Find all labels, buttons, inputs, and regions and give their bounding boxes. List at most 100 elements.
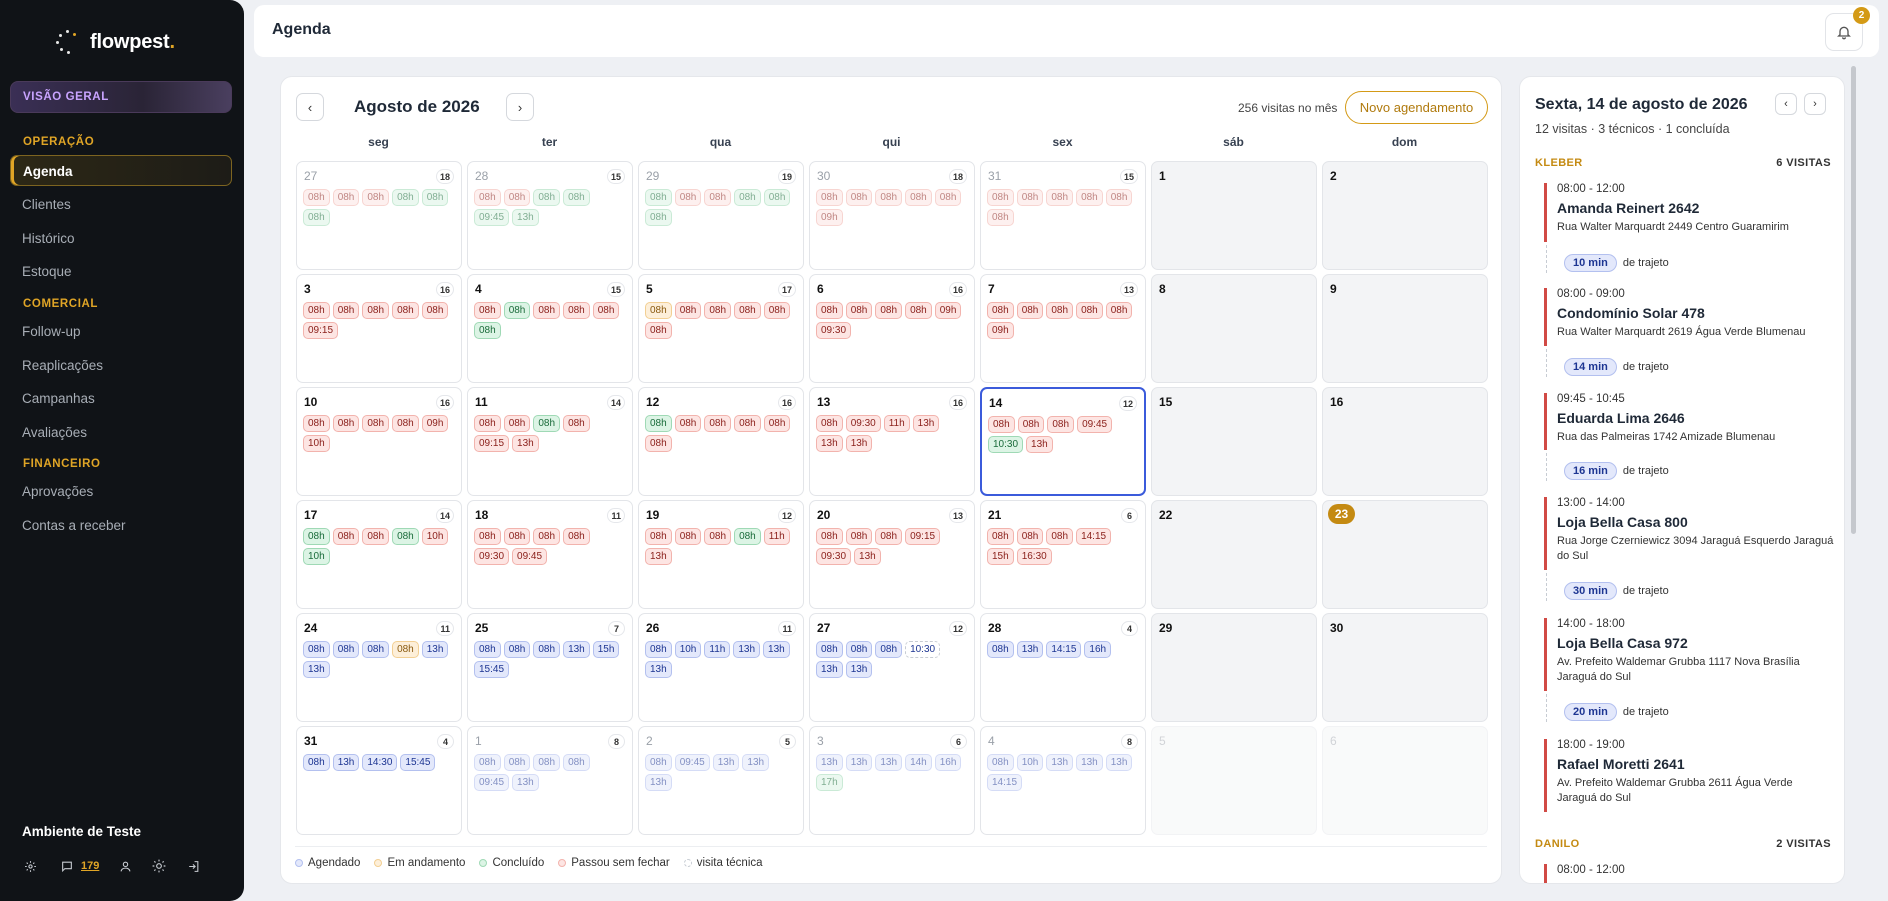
appointment-chip[interactable]: 08h <box>645 209 672 226</box>
appointment-chip[interactable]: 08h <box>533 641 561 658</box>
nav-historico[interactable]: Histórico <box>10 223 232 254</box>
appointment-chip[interactable]: 08h <box>875 189 903 206</box>
appointment-chip[interactable]: 13h <box>816 661 843 678</box>
appointment-chip[interactable]: 08h <box>704 189 732 206</box>
appointment-chip[interactable]: 08h <box>533 302 561 319</box>
calendar-day[interactable]: 30 <box>1322 613 1488 722</box>
appointment-chip[interactable]: 08h <box>987 189 1014 206</box>
appointment-chip[interactable]: 08h <box>934 189 962 206</box>
appointment-chip[interactable]: 08h <box>503 641 531 658</box>
appointment-chip[interactable]: 10:30 <box>905 641 941 658</box>
appointment-chip[interactable]: 10h <box>1016 754 1044 771</box>
appointment-chip[interactable]: 13h <box>1026 436 1053 453</box>
appointment-chip[interactable]: 08h <box>1076 189 1103 206</box>
appointment-chip[interactable]: 08h <box>362 641 390 658</box>
appointment-chip[interactable]: 08h <box>503 754 531 771</box>
appointment-chip[interactable]: 08h <box>503 415 531 432</box>
appointment-chip[interactable]: 08h <box>392 302 419 319</box>
appointment-chip[interactable]: 09:45 <box>512 548 548 565</box>
brand-logo[interactable]: flowpest. <box>56 26 175 58</box>
user-icon[interactable] <box>117 858 133 874</box>
appointment-chip[interactable]: 08h <box>533 415 561 432</box>
appointment-chip[interactable]: 13h <box>816 435 843 452</box>
appointment-chip[interactable]: 08h <box>704 302 732 319</box>
calendar-day[interactable]: 26 11 08h 10h 11h 13h 13h 13h <box>638 613 804 722</box>
appointment-chip[interactable]: 08h <box>987 641 1014 658</box>
appointment-chip[interactable]: 08h <box>474 322 501 339</box>
appointment-chip[interactable]: 08h <box>303 302 330 319</box>
nav-overview[interactable]: VISÃO GERAL <box>10 81 232 113</box>
appointment-chip[interactable]: 14h <box>905 754 932 771</box>
appointment-chip[interactable]: 08h <box>674 189 702 206</box>
panel-scrollbar[interactable] <box>1851 66 1856 534</box>
appointment-chip[interactable]: 09:15 <box>905 528 941 545</box>
calendar-day[interactable]: 14 12 08h 08h 08h 09:45 10:30 13h <box>980 387 1146 496</box>
appointment-chip[interactable]: 13h <box>1076 754 1103 771</box>
appointment-chip[interactable]: 17h <box>816 774 843 791</box>
appointment-chip[interactable]: 09h <box>934 302 962 319</box>
panel-next-day-button[interactable]: › <box>1804 93 1826 115</box>
calendar-day[interactable]: 18 11 08h 08h 08h 08h 09:30 09:45 <box>467 500 633 609</box>
appointment-chip[interactable]: 10h <box>303 548 330 565</box>
nav-agenda[interactable]: Agenda <box>10 155 232 186</box>
appointment-chip[interactable]: 13h <box>845 754 873 771</box>
appointment-chip[interactable]: 08h <box>1017 416 1045 433</box>
appointment-chip[interactable]: 08h <box>987 209 1014 226</box>
messages-button[interactable]: 179 <box>60 858 99 874</box>
appointment-chip[interactable]: 08h <box>674 302 702 319</box>
appointment-chip[interactable]: 11h <box>883 415 910 432</box>
appointment-chip[interactable]: 08h <box>845 189 873 206</box>
appointment-chip[interactable]: 09:30 <box>845 415 881 432</box>
appointment-chip[interactable]: 08h <box>816 302 843 319</box>
gear-icon[interactable] <box>22 858 38 874</box>
appointment-chip[interactable]: 13h <box>512 435 539 452</box>
appointment-chip[interactable]: 08h <box>533 528 561 545</box>
appointment-chip[interactable]: 08h <box>533 754 561 771</box>
calendar-day[interactable]: 27 18 08h 08h 08h 08h 08h 08h <box>296 161 462 270</box>
appointment-chip[interactable]: 08h <box>533 189 561 206</box>
calendar-day[interactable]: 15 <box>1151 387 1317 496</box>
appointment-chip[interactable]: 08h <box>592 302 620 319</box>
appointment-chip[interactable]: 08h <box>362 189 390 206</box>
calendar-day[interactable]: 9 <box>1322 274 1488 383</box>
nav-follow-up[interactable]: Follow-up <box>10 316 232 347</box>
appointment-chip[interactable]: 11h <box>763 528 790 545</box>
appointment-chip[interactable]: 13h <box>563 641 590 658</box>
calendar-day[interactable]: 2 <box>1322 161 1488 270</box>
appointment-chip[interactable]: 09h <box>987 322 1014 339</box>
appointment-chip[interactable]: 08h <box>816 641 843 658</box>
calendar-day[interactable]: 30 18 08h 08h 08h 08h 08h 09h <box>809 161 975 270</box>
appointment-chip[interactable]: 08h <box>645 189 672 206</box>
appointment-chip[interactable]: 08h <box>474 302 501 319</box>
appointment-chip[interactable]: 13h <box>303 661 330 678</box>
nav-aprovacoes[interactable]: Aprovações <box>10 476 232 507</box>
appointment-chip[interactable]: 08h <box>563 415 590 432</box>
appointment-chip[interactable]: 08h <box>303 415 330 432</box>
appointment-chip[interactable]: 08h <box>392 415 419 432</box>
appointment-chip[interactable]: 08h <box>816 415 843 432</box>
appointment-chip[interactable]: 13h <box>875 754 903 771</box>
appointment-chip[interactable]: 08h <box>875 302 903 319</box>
appointment-chip[interactable]: 13h <box>645 661 672 678</box>
calendar-day[interactable]: 28 4 08h 13h 14:15 16h <box>980 613 1146 722</box>
appointment-chip[interactable]: 13h <box>512 209 539 226</box>
calendar-day[interactable]: 31 15 08h 08h 08h 08h 08h 08h <box>980 161 1146 270</box>
appointment-chip[interactable]: 08h <box>503 189 531 206</box>
appointment-chip[interactable]: 08h <box>674 528 702 545</box>
appointment-chip[interactable]: 08h <box>303 754 330 771</box>
appointment-chip[interactable]: 08h <box>474 754 501 771</box>
appointment-chip[interactable]: 08h <box>303 528 330 545</box>
appointment-chip[interactable]: 08h <box>845 641 873 658</box>
appointment-chip[interactable]: 09:15 <box>474 435 510 452</box>
appointment-chip[interactable]: 09:30 <box>816 548 852 565</box>
appointment-chip[interactable]: 08h <box>645 415 672 432</box>
new-appointment-button[interactable]: Novo agendamento <box>1345 91 1488 124</box>
appointment-chip[interactable]: 11h <box>704 641 731 658</box>
calendar-day[interactable]: 13 16 08h 09:30 11h 13h 13h 13h <box>809 387 975 496</box>
appointment-chip[interactable]: 08h <box>645 435 672 452</box>
appointment-chip[interactable]: 09h <box>421 415 449 432</box>
calendar-day[interactable]: 1 <box>1151 161 1317 270</box>
appointment-chip[interactable]: 08h <box>674 415 702 432</box>
calendar-day[interactable]: 12 16 08h 08h 08h 08h 08h 08h <box>638 387 804 496</box>
appointment-chip[interactable]: 15:45 <box>400 754 436 771</box>
